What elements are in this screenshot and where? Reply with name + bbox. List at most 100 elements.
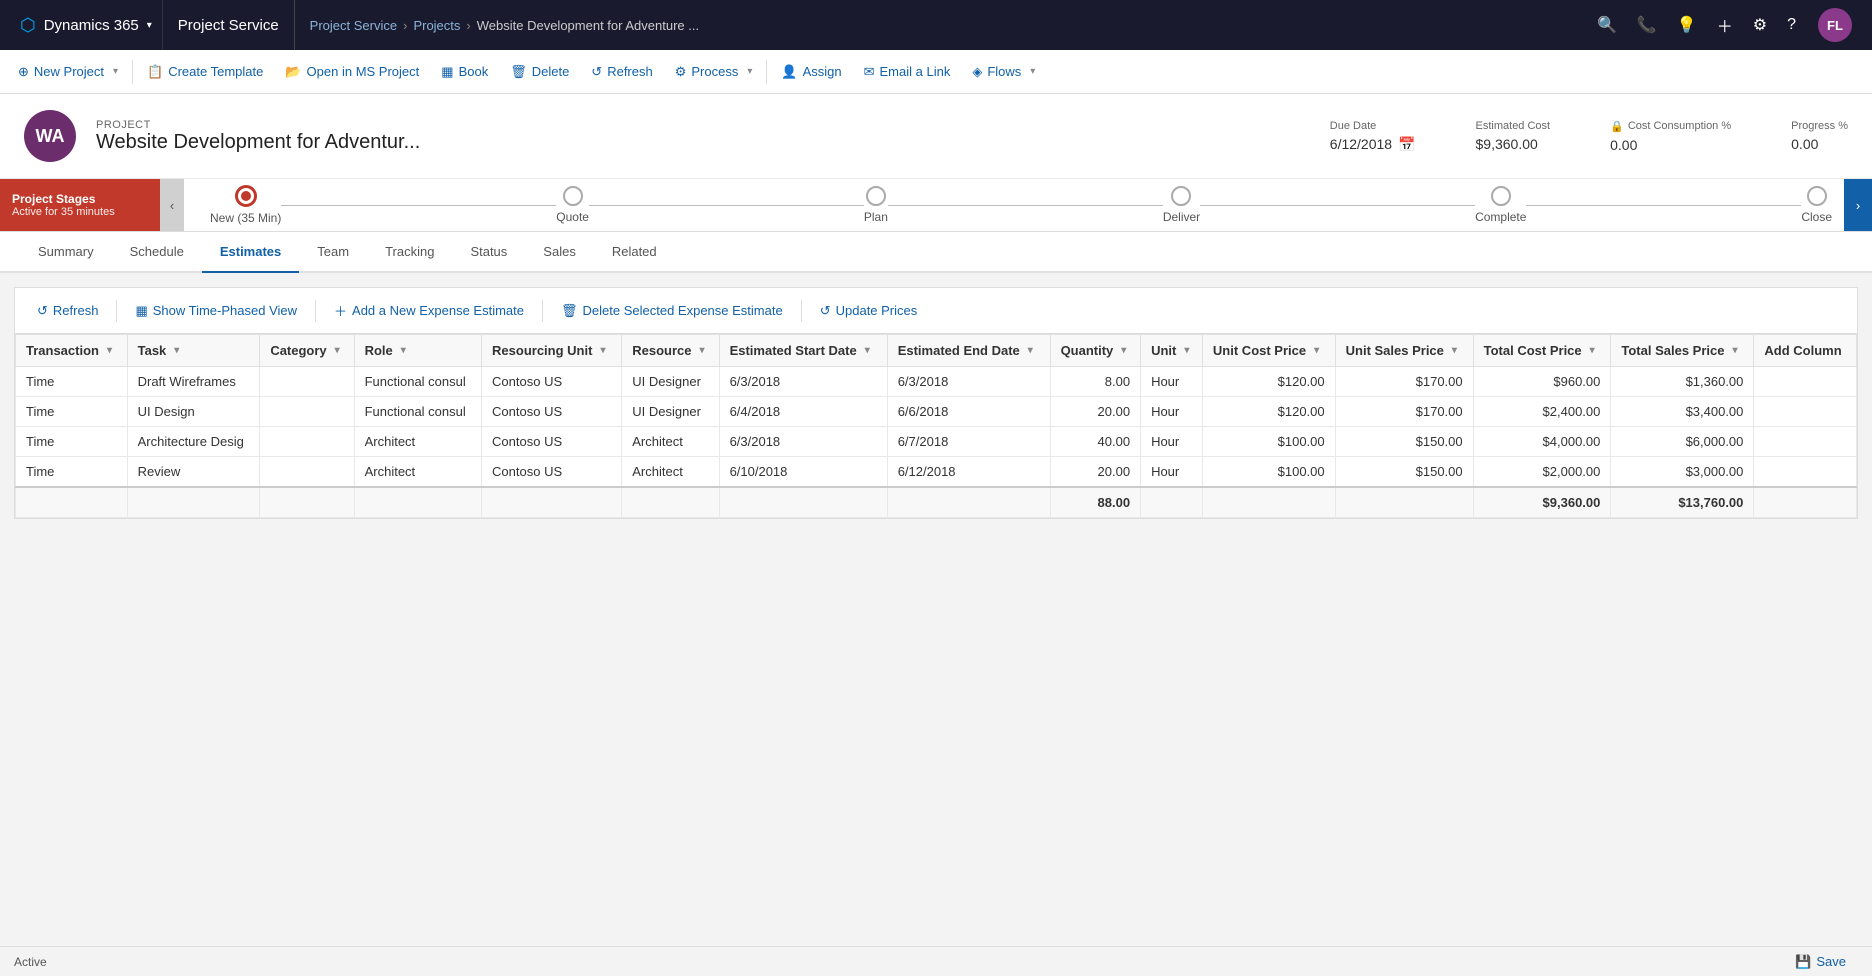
cell-quantity: 20.00: [1050, 457, 1141, 488]
process-icon: ⚙: [675, 64, 687, 80]
col-header-quantity[interactable]: Quantity: [1050, 335, 1141, 367]
stage-step-complete[interactable]: Complete: [1475, 186, 1526, 224]
open-ms-project-button[interactable]: 📂 Open in MS Project: [275, 58, 429, 86]
stage-step-plan[interactable]: Plan: [864, 186, 888, 224]
email-link-button[interactable]: ✉ Email a Link: [854, 58, 961, 86]
cell-totalSalesPrice: $6,000.00: [1611, 427, 1754, 457]
footer-category: [260, 487, 354, 518]
plus-icon[interactable]: ＋: [1711, 9, 1739, 41]
cell-quantity: 20.00: [1050, 397, 1141, 427]
dynamics-dropdown-icon[interactable]: [147, 20, 152, 31]
col-header-role[interactable]: Role: [354, 335, 481, 367]
stage-panel-title: Project Stages: [12, 192, 148, 206]
cell-unitSalesPrice: $170.00: [1335, 367, 1473, 397]
cell-role: Functional consul: [354, 367, 481, 397]
tab-tracking[interactable]: Tracking: [367, 232, 452, 273]
stage-step-quote[interactable]: Quote: [556, 186, 589, 224]
assign-button[interactable]: 👤 Assign: [771, 58, 851, 86]
col-header-est-start[interactable]: Estimated Start Date: [719, 335, 887, 367]
cell-unit: Hour: [1141, 457, 1203, 488]
search-icon[interactable]: 🔍: [1591, 11, 1623, 39]
col-header-unit-sales-price[interactable]: Unit Sales Price: [1335, 335, 1473, 367]
phone-icon[interactable]: 📞: [1631, 11, 1663, 39]
delete-expense-button[interactable]: 🗑 Delete Selected Expense Estimate: [551, 298, 793, 324]
cell-unitSalesPrice: $150.00: [1335, 457, 1473, 488]
due-date-label: Due Date: [1330, 120, 1416, 132]
col-header-task[interactable]: Task: [127, 335, 260, 367]
bc-item-1[interactable]: Project Service: [310, 18, 397, 33]
tab-team[interactable]: Team: [299, 232, 367, 273]
stage-step-deliver[interactable]: Deliver: [1163, 186, 1200, 224]
bc-sep-1: ›: [403, 18, 407, 33]
tab-summary[interactable]: Summary: [20, 232, 112, 273]
table-row[interactable]: TimeReviewArchitectContoso USArchitect6/…: [16, 457, 1857, 488]
email-link-label: Email a Link: [880, 64, 951, 79]
stage-right-arrow-btn[interactable]: ›: [1844, 179, 1872, 231]
col-header-unit[interactable]: Unit: [1141, 335, 1203, 367]
cell-addColumn: [1754, 367, 1857, 397]
new-project-dropdown-icon[interactable]: [113, 66, 118, 77]
col-header-total-cost-price[interactable]: Total Cost Price: [1473, 335, 1611, 367]
cell-transaction: Time: [16, 427, 128, 457]
stage-step-close[interactable]: Close: [1801, 186, 1832, 224]
delete-button[interactable]: 🗑 Delete: [500, 58, 579, 86]
user-avatar[interactable]: FL: [1818, 8, 1852, 42]
tab-sales[interactable]: Sales: [525, 232, 594, 273]
module-label: Project Service: [163, 0, 295, 50]
stage-left-arrow-btn[interactable]: ‹: [160, 179, 184, 231]
stage-conn-5: [1526, 205, 1801, 206]
col-header-category[interactable]: Category: [260, 335, 354, 367]
book-button[interactable]: ▦ Book: [431, 58, 498, 86]
grid-header-row: Transaction Task Category Role Resourcin…: [16, 335, 1857, 367]
tab-related[interactable]: Related: [594, 232, 675, 273]
grid-footer-row: 88.00 $9,360.00 $13,760.00: [16, 487, 1857, 518]
tab-schedule[interactable]: Schedule: [112, 232, 202, 273]
refresh-button[interactable]: ↺ Refresh: [581, 58, 662, 86]
estimates-refresh-button[interactable]: ↺ Refresh: [27, 298, 108, 324]
lightbulb-icon[interactable]: 💡: [1671, 11, 1703, 39]
col-header-est-end[interactable]: Estimated End Date: [887, 335, 1050, 367]
cell-addColumn: [1754, 457, 1857, 488]
cell-transaction: Time: [16, 397, 128, 427]
help-icon[interactable]: ?: [1781, 12, 1802, 38]
stage-step-new[interactable]: New (35 Min): [210, 185, 281, 225]
bc-item-2[interactable]: Projects: [413, 18, 460, 33]
cell-category: [260, 397, 354, 427]
cell-quantity: 40.00: [1050, 427, 1141, 457]
cell-estStartDate: 6/10/2018: [719, 457, 887, 488]
cost-consumption-field: 🔒 Cost Consumption % 0.00: [1610, 120, 1731, 153]
footer-resource: [622, 487, 719, 518]
save-button[interactable]: 💾 Save: [1783, 950, 1858, 974]
status-text: Active: [14, 955, 47, 969]
add-expense-button[interactable]: ＋ Add a New Expense Estimate: [324, 296, 534, 325]
col-header-resource[interactable]: Resource: [622, 335, 719, 367]
table-row[interactable]: TimeArchitecture DesigArchitectContoso U…: [16, 427, 1857, 457]
cell-addColumn: [1754, 427, 1857, 457]
table-row[interactable]: TimeUI DesignFunctional consulContoso US…: [16, 397, 1857, 427]
calendar-icon[interactable]: 📅: [1398, 136, 1415, 153]
new-project-button[interactable]: ⊕ New Project: [8, 58, 128, 86]
col-header-total-sales-price[interactable]: Total Sales Price: [1611, 335, 1754, 367]
col-header-transaction[interactable]: Transaction: [16, 335, 128, 367]
table-row[interactable]: TimeDraft WireframesFunctional consulCon…: [16, 367, 1857, 397]
create-template-button[interactable]: 📋 Create Template: [137, 58, 273, 86]
cell-resourcingUnit: Contoso US: [482, 397, 622, 427]
col-header-resourcing-unit[interactable]: Resourcing Unit: [482, 335, 622, 367]
bc-item-3: Website Development for Adventure ...: [477, 18, 699, 33]
col-header-unit-cost-price[interactable]: Unit Cost Price: [1202, 335, 1335, 367]
estimates-refresh-icon: ↺: [37, 303, 48, 319]
cell-unit: Hour: [1141, 367, 1203, 397]
tab-status[interactable]: Status: [452, 232, 525, 273]
col-header-add-column[interactable]: Add Column: [1754, 335, 1857, 367]
process-button[interactable]: ⚙ Process: [665, 58, 763, 86]
cell-totalSalesPrice: $3,000.00: [1611, 457, 1754, 488]
process-dropdown-icon[interactable]: [747, 66, 752, 77]
tab-estimates[interactable]: Estimates: [202, 232, 299, 273]
dynamics-brand[interactable]: ⬡ Dynamics 365: [10, 0, 163, 50]
cell-estStartDate: 6/3/2018: [719, 367, 887, 397]
show-time-phased-button[interactable]: ▦ Show Time-Phased View: [125, 298, 307, 324]
flows-button[interactable]: ◈ Flows: [962, 58, 1045, 86]
update-prices-button[interactable]: ↺ Update Prices: [810, 298, 928, 324]
flows-dropdown-icon[interactable]: [1030, 66, 1035, 77]
settings-icon[interactable]: ⚙: [1747, 11, 1773, 39]
